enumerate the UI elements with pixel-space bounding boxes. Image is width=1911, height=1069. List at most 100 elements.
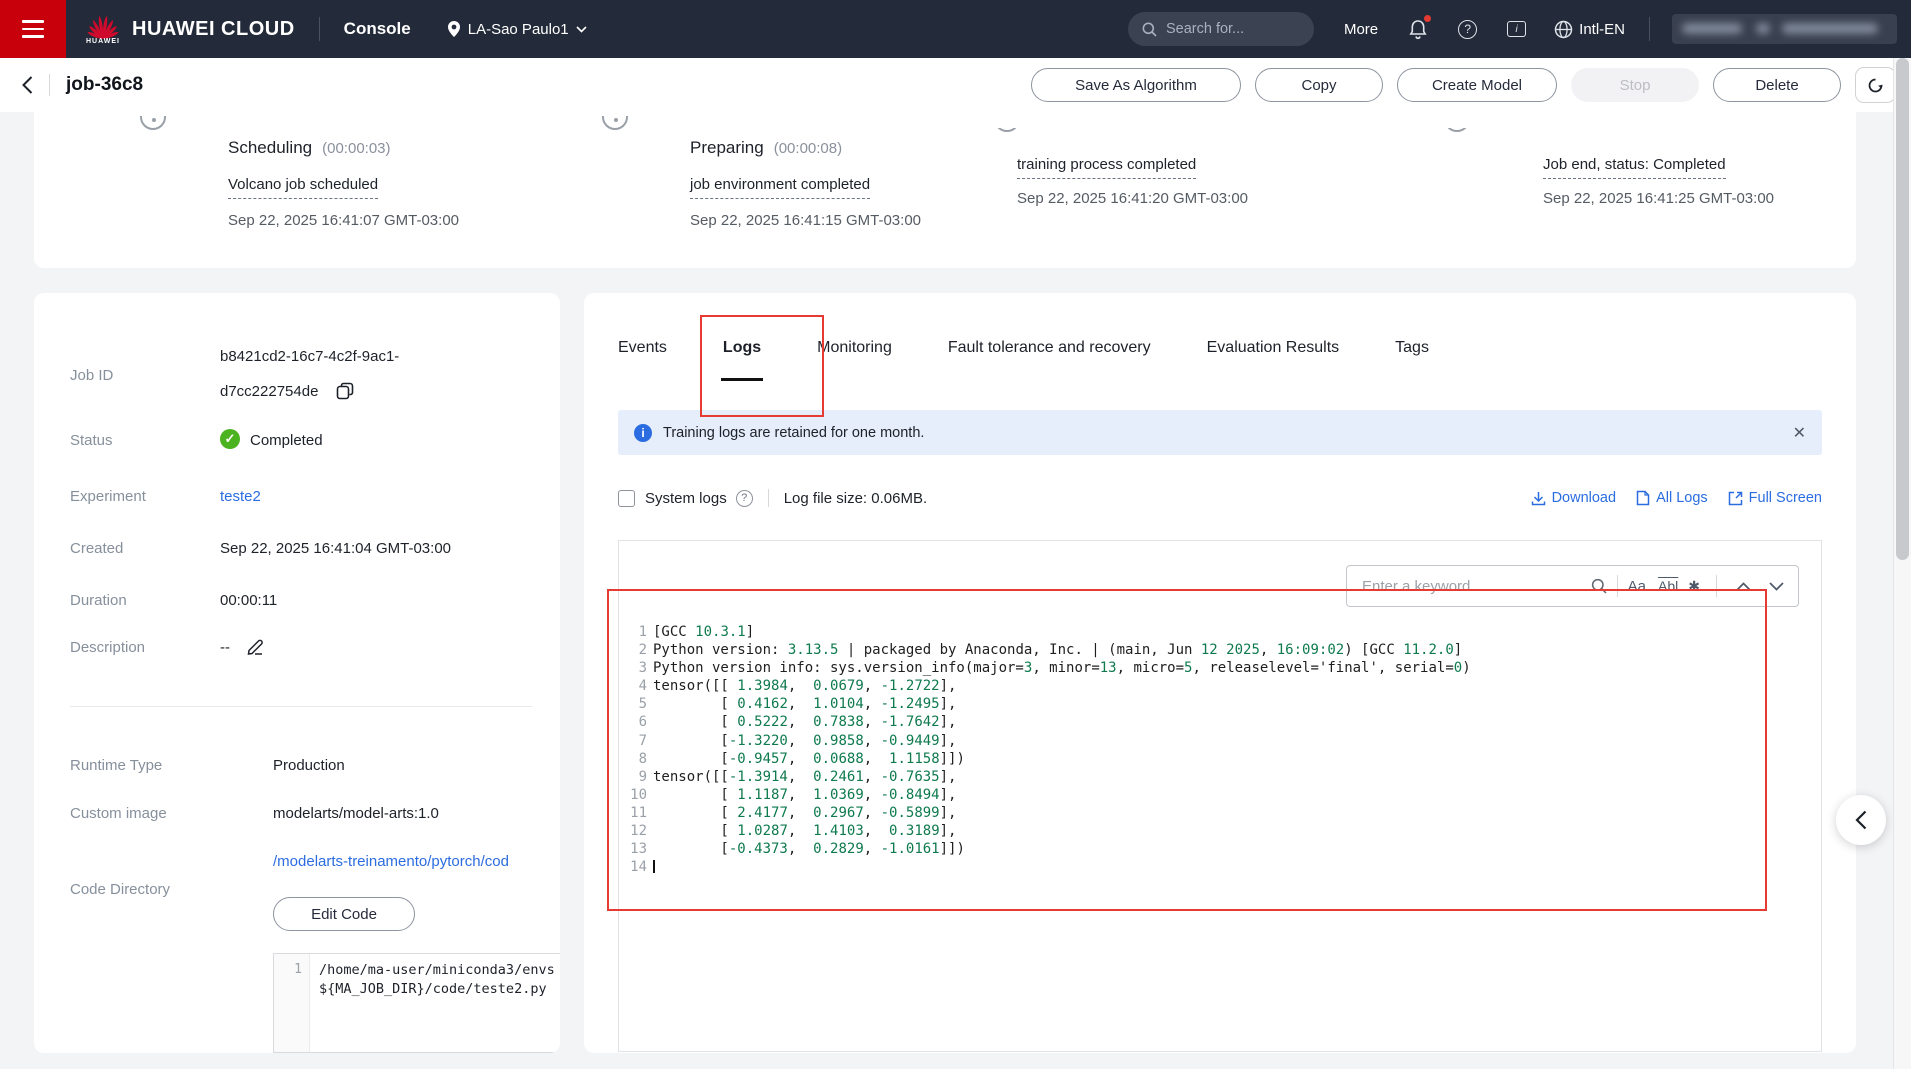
locale-label: Intl-EN [1579, 21, 1625, 38]
global-search-input[interactable]: Search for... [1128, 12, 1314, 46]
window-scrollbar[interactable] [1893, 58, 1911, 1069]
regex-toggle[interactable]: ✱ [1688, 578, 1700, 595]
edit-code-button[interactable]: Edit Code [273, 897, 415, 931]
chevron-down-icon [576, 26, 587, 33]
search-divider [1716, 575, 1717, 597]
huawei-flower-icon [86, 14, 120, 40]
back-button[interactable] [22, 76, 33, 94]
system-logs-label: System logs [645, 490, 727, 507]
code-content: /home/ma-user/miniconda3/envs ${MA_JOB_D… [310, 954, 555, 1052]
step-duration: (00:00:03) [322, 140, 390, 157]
custom-image-label: Custom image [70, 805, 167, 822]
notifications-button[interactable] [1408, 19, 1428, 40]
status-badge: Completed [250, 432, 323, 449]
log-search-bar: Enter a keyword. Aa Abl ✱ [1346, 565, 1799, 607]
search-previous-button[interactable] [1736, 582, 1751, 591]
log-line: 5 [ 0.4162, 1.0104, -1.2495], [619, 695, 1471, 713]
search-button[interactable] [1591, 578, 1607, 594]
step-event-link[interactable]: training process completed [1017, 156, 1196, 179]
job-id-value-line1: b8421cd2-16c7-4c2f-9ac1- [220, 348, 399, 365]
refresh-button[interactable] [1855, 67, 1896, 103]
copy-job-id-button[interactable] [336, 382, 354, 400]
tab-events[interactable]: Events [618, 339, 667, 381]
help-circle-icon[interactable]: ? [736, 490, 753, 507]
tab-monitoring[interactable]: Monitoring [817, 339, 892, 381]
create-model-button[interactable]: Create Model [1397, 68, 1557, 102]
close-icon[interactable]: ✕ [1793, 423, 1806, 443]
duration-value: 00:00:11 [220, 592, 277, 609]
copy-button[interactable]: Copy [1255, 68, 1383, 102]
scrollbar-thumb[interactable] [1896, 58, 1909, 560]
tab-logs[interactable]: Logs [723, 339, 761, 381]
feedback-button[interactable]: i [1507, 21, 1526, 37]
search-icon [1591, 578, 1607, 594]
custom-image-value: modelarts/model-arts:1.0 [273, 805, 439, 822]
description-value: -- [220, 639, 230, 656]
created-label: Created [70, 540, 123, 557]
download-label: Download [1552, 490, 1617, 506]
nav-divider [319, 17, 320, 41]
tab-fault-tolerance-and-recovery[interactable]: Fault tolerance and recovery [948, 339, 1151, 381]
status-label: Status [70, 432, 113, 449]
region-selector[interactable]: LA-Sao Paulo1 [447, 20, 587, 38]
search-next-button[interactable] [1769, 582, 1784, 591]
code-line-1: /home/ma-user/miniconda3/envs [319, 962, 555, 978]
log-line: 13 [-0.4373, 0.2829, -1.0161]]) [619, 840, 1471, 858]
step-event-link[interactable]: job environment completed [690, 176, 870, 199]
all-logs-link[interactable]: All Logs [1636, 490, 1708, 506]
language-selector[interactable]: Intl-EN [1554, 20, 1625, 39]
step-status-icon [600, 116, 634, 150]
duration-label: Duration [70, 592, 127, 609]
log-line: 1[GCC 10.3.1] [619, 623, 1471, 641]
copy-icon [336, 382, 354, 400]
chevron-down-icon [1769, 582, 1784, 591]
top-nav: HUAWEI HUAWEI CLOUD Console LA-Sao Paulo… [0, 0, 1911, 58]
match-case-toggle[interactable]: Aa [1628, 578, 1646, 595]
notification-badge [1424, 15, 1431, 22]
hamburger-menu-icon[interactable] [0, 0, 66, 58]
status-success-icon: ✓ [220, 429, 240, 449]
keyword-search-input[interactable]: Enter a keyword. [1347, 578, 1591, 595]
delete-button[interactable]: Delete [1713, 68, 1841, 102]
tab-tags[interactable]: Tags [1395, 339, 1429, 381]
more-menu[interactable]: More [1344, 21, 1378, 38]
step-event-link[interactable]: Volcano job scheduled [228, 176, 378, 199]
globe-icon [1554, 20, 1573, 39]
code-directory-label: Code Directory [70, 881, 170, 898]
code-directory-link[interactable]: /modelarts-treinamento/pytorch/cod [273, 853, 509, 870]
log-line: 8 [-0.9457, 0.0688, 1.1158]]) [619, 750, 1471, 768]
console-link[interactable]: Console [344, 19, 411, 39]
log-line: 7 [-1.3220, 0.9858, -0.9449], [619, 732, 1471, 750]
info-banner: i Training logs are retained for one mon… [618, 410, 1822, 455]
document-icon [1636, 490, 1650, 506]
help-icon: ? [1458, 20, 1477, 39]
log-line: 11 [ 2.4177, 0.2967, -0.5899], [619, 804, 1471, 822]
log-content[interactable]: 1[GCC 10.3.1]2Python version: 3.13.5 | p… [619, 623, 1471, 876]
whole-word-toggle[interactable]: Abl [1658, 578, 1678, 594]
toolbar-divider [768, 489, 769, 507]
step-event-link[interactable]: Job end, status: Completed [1543, 156, 1726, 179]
refresh-icon [1867, 77, 1884, 94]
help-button[interactable]: ? [1458, 20, 1477, 39]
runtime-type-value: Production [273, 757, 345, 774]
info-icon: i [634, 424, 652, 442]
job-details-panel: Job ID b8421cd2-16c7-4c2f-9ac1- d7cc2227… [34, 293, 560, 1053]
log-toolbar: System logs ? Log file size: 0.06MB. Dow… [618, 489, 1822, 507]
system-logs-checkbox[interactable] [618, 490, 635, 507]
back-icon [22, 76, 33, 94]
edit-description-button[interactable] [246, 637, 265, 656]
log-actions: Download All Logs Full Screen [1531, 490, 1822, 506]
save-as-algorithm-button[interactable]: Save As Algorithm [1031, 68, 1241, 102]
nav-divider [1649, 17, 1650, 41]
experiment-label: Experiment [70, 488, 146, 505]
job-tabs-panel: Events Logs Monitoring Fault tolerance and … [584, 293, 1856, 1053]
huawei-logo[interactable]: HUAWEI [86, 14, 120, 45]
experiment-link[interactable]: teste2 [220, 488, 261, 505]
download-link[interactable]: Download [1531, 490, 1617, 506]
feedback-icon: i [1507, 21, 1526, 37]
full-screen-link[interactable]: Full Screen [1728, 490, 1822, 506]
collapse-panel-button[interactable] [1836, 795, 1886, 845]
account-name-blurred[interactable] [1672, 14, 1897, 44]
tab-evaluation-results[interactable]: Evaluation Results [1207, 339, 1340, 381]
log-line: 14 [619, 858, 1471, 876]
